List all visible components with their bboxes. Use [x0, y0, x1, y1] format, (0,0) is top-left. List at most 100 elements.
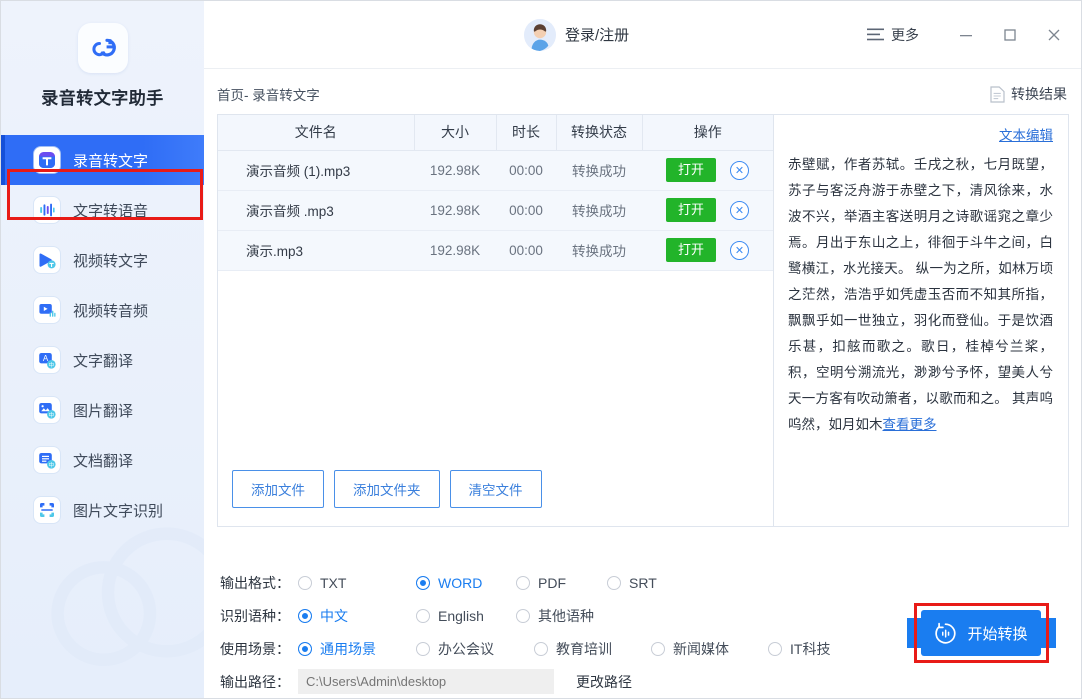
window-controls: [945, 15, 1075, 55]
radio-scene-office[interactable]: 办公会议: [416, 639, 534, 659]
start-convert-button[interactable]: 开始转换: [921, 610, 1041, 656]
conversion-result-label: 转换结果: [1011, 86, 1067, 102]
output-path-row: 输出路径： 更改路径: [220, 665, 1069, 698]
brand: 录音转文字助手: [1, 1, 204, 109]
result-text-body: 赤壁赋，作者苏轼。壬戌之秋，七月既望，苏子与客泛舟游于赤壁之下，清风徐来，水波不…: [788, 152, 1053, 438]
svg-text:中: 中: [48, 411, 54, 419]
text-to-speech-icon: [34, 197, 60, 223]
radio-dot: [298, 575, 312, 590]
cell-status: 转换成功: [556, 190, 642, 231]
radio-dot: [298, 641, 312, 656]
radio-language-chinese[interactable]: 中文: [298, 606, 416, 626]
sidebar-item-text-to-speech[interactable]: 文字转语音: [1, 185, 204, 235]
sidebar-item-video-to-audio[interactable]: 视频转音频: [1, 285, 204, 335]
text-edit-row: 文本编辑: [788, 124, 1053, 145]
sidebar-item-label: 文字转语音: [73, 202, 149, 220]
panes: 文件名 大小 时长 转换状态 操作 演示音频 (1).mp3 192.98K 0…: [217, 114, 1069, 552]
audio-to-text-icon: [34, 147, 60, 173]
doc-translate-icon: 中: [34, 447, 60, 473]
open-button[interactable]: 打开: [665, 198, 716, 222]
login-register-button[interactable]: 登录/注册: [524, 18, 629, 51]
radio-label: TXT: [320, 574, 347, 591]
radio-label: 办公会议: [438, 640, 494, 657]
cell-size: 192.98K: [414, 150, 496, 191]
change-path-button[interactable]: 更改路径: [576, 672, 632, 692]
minimize-button[interactable]: [945, 15, 987, 55]
more-menu-button[interactable]: 更多: [857, 19, 929, 51]
radio-label: SRT: [629, 574, 657, 591]
file-list-pane: 文件名 大小 时长 转换状态 操作 演示音频 (1).mp3 192.98K 0…: [217, 114, 774, 527]
output-format-label: 输出格式：: [220, 574, 290, 591]
radio-label: 新闻媒体: [673, 640, 729, 657]
column-header-duration: 时长: [496, 115, 557, 151]
clear-files-button[interactable]: 清空文件: [449, 470, 542, 508]
radio-scene-it[interactable]: IT科技: [768, 639, 830, 659]
radio-dot: [416, 575, 430, 590]
maximize-button[interactable]: [989, 15, 1031, 55]
add-file-button[interactable]: 添加文件: [232, 470, 324, 508]
radio-label: 通用场景: [320, 640, 376, 657]
table-row[interactable]: 演示音频 (1).mp3 192.98K 00:00 转换成功 打开 ✕: [218, 150, 773, 191]
cell-operations: 打开 ✕: [642, 230, 773, 271]
radio-dot: [416, 608, 430, 623]
radio-label: 中文: [320, 607, 348, 624]
radio-dot: [534, 641, 548, 656]
add-folder-button[interactable]: 添加文件夹: [334, 470, 440, 508]
radio-label: WORD: [438, 574, 483, 591]
table-row[interactable]: 演示.mp3 192.98K 00:00 转换成功 打开 ✕: [218, 230, 773, 271]
ocr-icon: [34, 497, 60, 523]
radio-language-other[interactable]: 其他语种: [516, 606, 594, 626]
table-header-row: 文件名 大小 时长 转换状态 操作: [218, 115, 773, 151]
close-button[interactable]: [1033, 15, 1075, 55]
image-translate-icon: 中: [34, 397, 60, 423]
radio-label: English: [438, 607, 484, 624]
cell-operations: 打开 ✕: [642, 190, 773, 231]
sidebar-item-text-translate[interactable]: A 中 文字翻译: [1, 335, 204, 385]
radio-scene-general[interactable]: 通用场景: [298, 639, 416, 659]
language-label: 识别语种：: [220, 607, 290, 624]
text-translate-icon: A 中: [34, 347, 60, 373]
content-area: 首页- 录音转文字 转换结果 文件名 大小 时长 转换状态 操作 演示音频 (1…: [204, 69, 1081, 698]
main-area: 登录/注册 更多 首页- 录音转文字 转换结果 文件名 大小 时长 转换状态 操…: [204, 1, 1081, 698]
radio-format-pdf[interactable]: PDF: [516, 575, 607, 591]
title-bar: 登录/注册 更多: [204, 1, 1081, 69]
file-action-buttons: 添加文件 添加文件夹 清空文件: [218, 470, 773, 526]
radio-format-txt[interactable]: TXT: [298, 575, 416, 591]
sidebar-item-label: 视频转文字: [73, 252, 149, 270]
sidebar-item-doc-translate[interactable]: 中 文档翻译: [1, 435, 204, 485]
open-button[interactable]: 打开: [665, 158, 716, 182]
sidebar-item-audio-to-text[interactable]: 录音转文字: [1, 135, 204, 185]
sidebar-item-label: 文档翻译: [73, 452, 134, 470]
table-row[interactable]: 演示音频 .mp3 192.98K 00:00 转换成功 打开 ✕: [218, 190, 773, 231]
hamburger-icon: [867, 28, 884, 41]
close-icon: [1048, 29, 1060, 40]
radio-dot: [298, 608, 312, 623]
cell-status: 转换成功: [556, 150, 642, 191]
cell-duration: 00:00: [496, 150, 556, 191]
sidebar: 录音转文字助手 录音转文字 文字转语音 视频转文字 视频转音频 A 中 文字翻译…: [1, 1, 204, 698]
radio-label: 教育培训: [556, 640, 612, 657]
radio-format-srt[interactable]: SRT: [607, 575, 657, 591]
open-button[interactable]: 打开: [665, 238, 716, 262]
cell-size: 192.98K: [414, 230, 496, 271]
cell-filename: 演示.mp3: [218, 230, 414, 271]
sidebar-item-ocr[interactable]: 图片文字识别: [1, 485, 204, 535]
sidebar-item-video-to-text[interactable]: 视频转文字: [1, 235, 204, 285]
radio-scene-news[interactable]: 新闻媒体: [651, 639, 768, 659]
close-circle-icon[interactable]: ✕: [730, 200, 749, 220]
radio-scene-education[interactable]: 教育培训: [534, 639, 651, 659]
close-circle-icon[interactable]: ✕: [730, 240, 749, 260]
radio-dot: [607, 575, 621, 590]
text-edit-link[interactable]: 文本编辑: [999, 128, 1053, 143]
table-empty-space: [218, 270, 773, 470]
radio-language-english[interactable]: English: [416, 608, 516, 624]
sidebar-item-image-translate[interactable]: 中 图片翻译: [1, 385, 204, 435]
output-path-input[interactable]: [298, 669, 554, 694]
conversion-result-button[interactable]: 转换结果: [990, 84, 1069, 104]
column-header-operation: 操作: [642, 115, 773, 151]
radio-format-word[interactable]: WORD: [416, 575, 516, 591]
radio-dot: [516, 575, 530, 590]
view-more-link[interactable]: 查看更多: [883, 417, 937, 432]
close-circle-icon[interactable]: ✕: [730, 160, 749, 180]
result-text-pane: 文本编辑 赤壁赋，作者苏轼。壬戌之秋，七月既望，苏子与客泛舟游于赤壁之下，清风徐…: [774, 114, 1069, 527]
